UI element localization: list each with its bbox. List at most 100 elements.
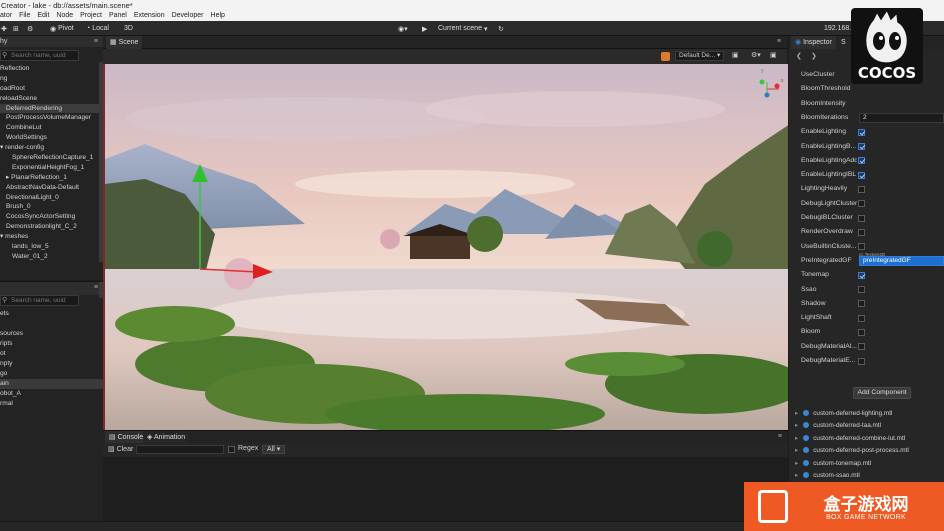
expand-arrow-icon[interactable]: ▸ — [795, 435, 798, 442]
hierarchy-node[interactable]: DeferredRendering — [0, 103, 103, 114]
menu-item[interactable]: Help — [211, 11, 225, 21]
property-checkbox[interactable] — [858, 343, 865, 351]
asset-node[interactable] — [0, 319, 103, 329]
expand-arrow-icon[interactable]: ▸ — [795, 460, 798, 467]
property-checkbox[interactable] — [858, 314, 865, 322]
material-item[interactable]: ▸ custom-deferred-post-process.mtl — [795, 445, 909, 457]
property-checkbox[interactable] — [858, 171, 865, 179]
property-checkbox[interactable] — [858, 300, 865, 308]
back-arrow-icon[interactable]: ❮ — [796, 52, 802, 60]
property-checkbox[interactable] — [858, 128, 865, 136]
maximize-icon[interactable]: ▣ — [770, 51, 777, 59]
hierarchy-node[interactable]: AbstractNavData-Default — [0, 183, 103, 193]
property-checkbox[interactable] — [858, 185, 865, 193]
asset-node[interactable]: ets — [0, 309, 103, 319]
property-checkbox[interactable] — [858, 328, 865, 336]
hierarchy-node[interactable]: lands_low_5 — [0, 242, 103, 252]
property-checkbox[interactable] — [858, 271, 865, 279]
add-component-button[interactable]: Add Component — [853, 387, 911, 399]
forward-arrow-icon[interactable]: ❯ — [811, 52, 817, 60]
hierarchy-node[interactable]: ExponentialHeightFog_1 — [0, 163, 103, 173]
layers-icon[interactable]: ▣ — [732, 51, 739, 59]
asset-node[interactable]: npty — [0, 359, 103, 369]
hierarchy-node[interactable]: DirectionalLight_0 — [0, 193, 103, 203]
material-item[interactable]: ▸ custom-deferred-taa.mtl — [795, 420, 881, 432]
hierarchy-tab[interactable]: hy — [0, 38, 7, 45]
asset-node[interactable]: ain — [0, 379, 103, 389]
hierarchy-node[interactable]: CocosSyncActorSetting — [0, 212, 103, 222]
hierarchy-node[interactable]: PostProcessVolumeManager — [0, 113, 103, 123]
hierarchy-node[interactable]: oadRoot — [0, 84, 103, 94]
menu-item[interactable]: ator — [0, 11, 12, 21]
property-checkbox[interactable] — [858, 157, 865, 165]
menu-item[interactable]: Edit — [37, 11, 49, 21]
panel-menu-icon[interactable]: ≡ — [94, 36, 98, 47]
panel-menu-icon[interactable]: ≡ — [94, 282, 98, 293]
property-checkbox[interactable] — [858, 286, 865, 293]
property-checkbox[interactable] — [858, 214, 865, 222]
expand-arrow-icon[interactable]: ▸ — [795, 447, 798, 454]
hierarchy-search-input[interactable]: ⚲ Search name, uuid — [0, 50, 79, 61]
menu-item[interactable]: File — [19, 11, 30, 21]
material-item[interactable]: ▸ custom-ssao.mtl — [795, 470, 860, 482]
property-checkbox[interactable] — [858, 143, 865, 150]
expand-arrow-icon[interactable]: ▸ — [795, 422, 798, 429]
property-number-field[interactable]: 2 — [859, 112, 944, 123]
property-checkbox[interactable] — [858, 200, 865, 208]
scene-viewport[interactable]: y x z — [103, 64, 788, 430]
hierarchy-node[interactable]: reloadScene — [0, 94, 103, 104]
asset-node[interactable]: go — [0, 369, 103, 379]
assets-search-input[interactable]: ⚲ Search name, uuid — [0, 295, 79, 306]
asset-node[interactable]: obot_A — [0, 389, 103, 399]
hierarchy-node[interactable]: Demonstrationlight_C_2 — [0, 222, 103, 232]
expand-arrow-icon[interactable]: ▸ — [795, 410, 798, 417]
tab-inspector[interactable]: ◉ Inspector — [791, 36, 836, 49]
pivot-button[interactable]: ◉ Pivot — [50, 23, 74, 34]
tab-services[interactable]: S — [837, 36, 850, 49]
asset-node[interactable]: ot — [0, 349, 103, 359]
hierarchy-node[interactable]: ▾ meshes — [0, 232, 103, 242]
clear-button[interactable]: ▨ Clear — [108, 445, 133, 453]
asset-node[interactable]: sources — [0, 329, 103, 339]
regex-checkbox[interactable] — [228, 446, 235, 453]
property-checkbox[interactable] — [858, 243, 865, 251]
hierarchy-node[interactable]: ▾ render-config — [0, 143, 103, 153]
asset-field[interactable]: preIntegratedGF — [859, 255, 944, 266]
material-item[interactable]: ▸ custom-tonemap.mtl — [795, 458, 871, 470]
asset-node[interactable]: ripts — [0, 339, 103, 349]
material-item[interactable]: ▸ custom-deferred-combine-lut.mtl — [795, 433, 905, 445]
rotate-tool-icon[interactable]: ⊞ — [13, 23, 19, 34]
property-checkbox[interactable] — [858, 228, 865, 236]
scene-select[interactable]: Current scene ▾ — [438, 23, 487, 34]
material-item[interactable]: ▸ custom-deferred-lighting.mtl — [795, 408, 892, 420]
hierarchy-node[interactable]: ng — [0, 74, 103, 84]
menu-item[interactable]: Extension — [134, 11, 165, 21]
expand-arrow-icon[interactable]: ▸ — [795, 472, 798, 479]
log-level-select[interactable]: All ▾ — [262, 445, 286, 454]
camera-icon[interactable] — [661, 52, 670, 61]
camera-select[interactable]: Default De... ▾ — [675, 51, 725, 61]
gizmo-settings-icon[interactable]: ⚙▾ — [751, 51, 761, 59]
menu-item[interactable]: Node — [56, 11, 73, 21]
console-filter-input[interactable] — [136, 445, 224, 454]
hierarchy-node[interactable]: Water_01_2 — [0, 252, 103, 262]
property-checkbox[interactable] — [858, 357, 865, 365]
panel-menu-icon[interactable]: ≡ — [778, 433, 782, 440]
move-tool-icon[interactable]: ✚ — [1, 23, 7, 34]
hierarchy-node[interactable]: Brush_0 — [0, 202, 103, 212]
hierarchy-node[interactable]: WorldSettings — [0, 133, 103, 143]
console-log-area[interactable] — [103, 457, 788, 521]
hierarchy-node[interactable]: CombineLut — [0, 123, 103, 133]
platform-select-icon[interactable]: ◉▾ — [398, 23, 408, 34]
menu-item[interactable]: Project — [80, 11, 102, 21]
hierarchy-node[interactable]: Reflection — [0, 64, 103, 74]
tab-scene[interactable]: ▦ Scene — [106, 36, 143, 49]
asset-node[interactable]: rmal — [0, 399, 103, 409]
hierarchy-node[interactable]: ▸ PlanarReflection_1 — [0, 173, 103, 183]
settings-icon[interactable]: ⚙ — [27, 23, 33, 34]
hierarchy-node[interactable]: SphereReflectionCapture_1 — [0, 153, 103, 163]
mode-3d-button[interactable]: 3D — [124, 23, 133, 34]
play-icon[interactable]: ▶ — [422, 23, 427, 34]
refresh-icon[interactable]: ↻ — [498, 23, 504, 34]
menu-item[interactable]: Panel — [109, 11, 127, 21]
